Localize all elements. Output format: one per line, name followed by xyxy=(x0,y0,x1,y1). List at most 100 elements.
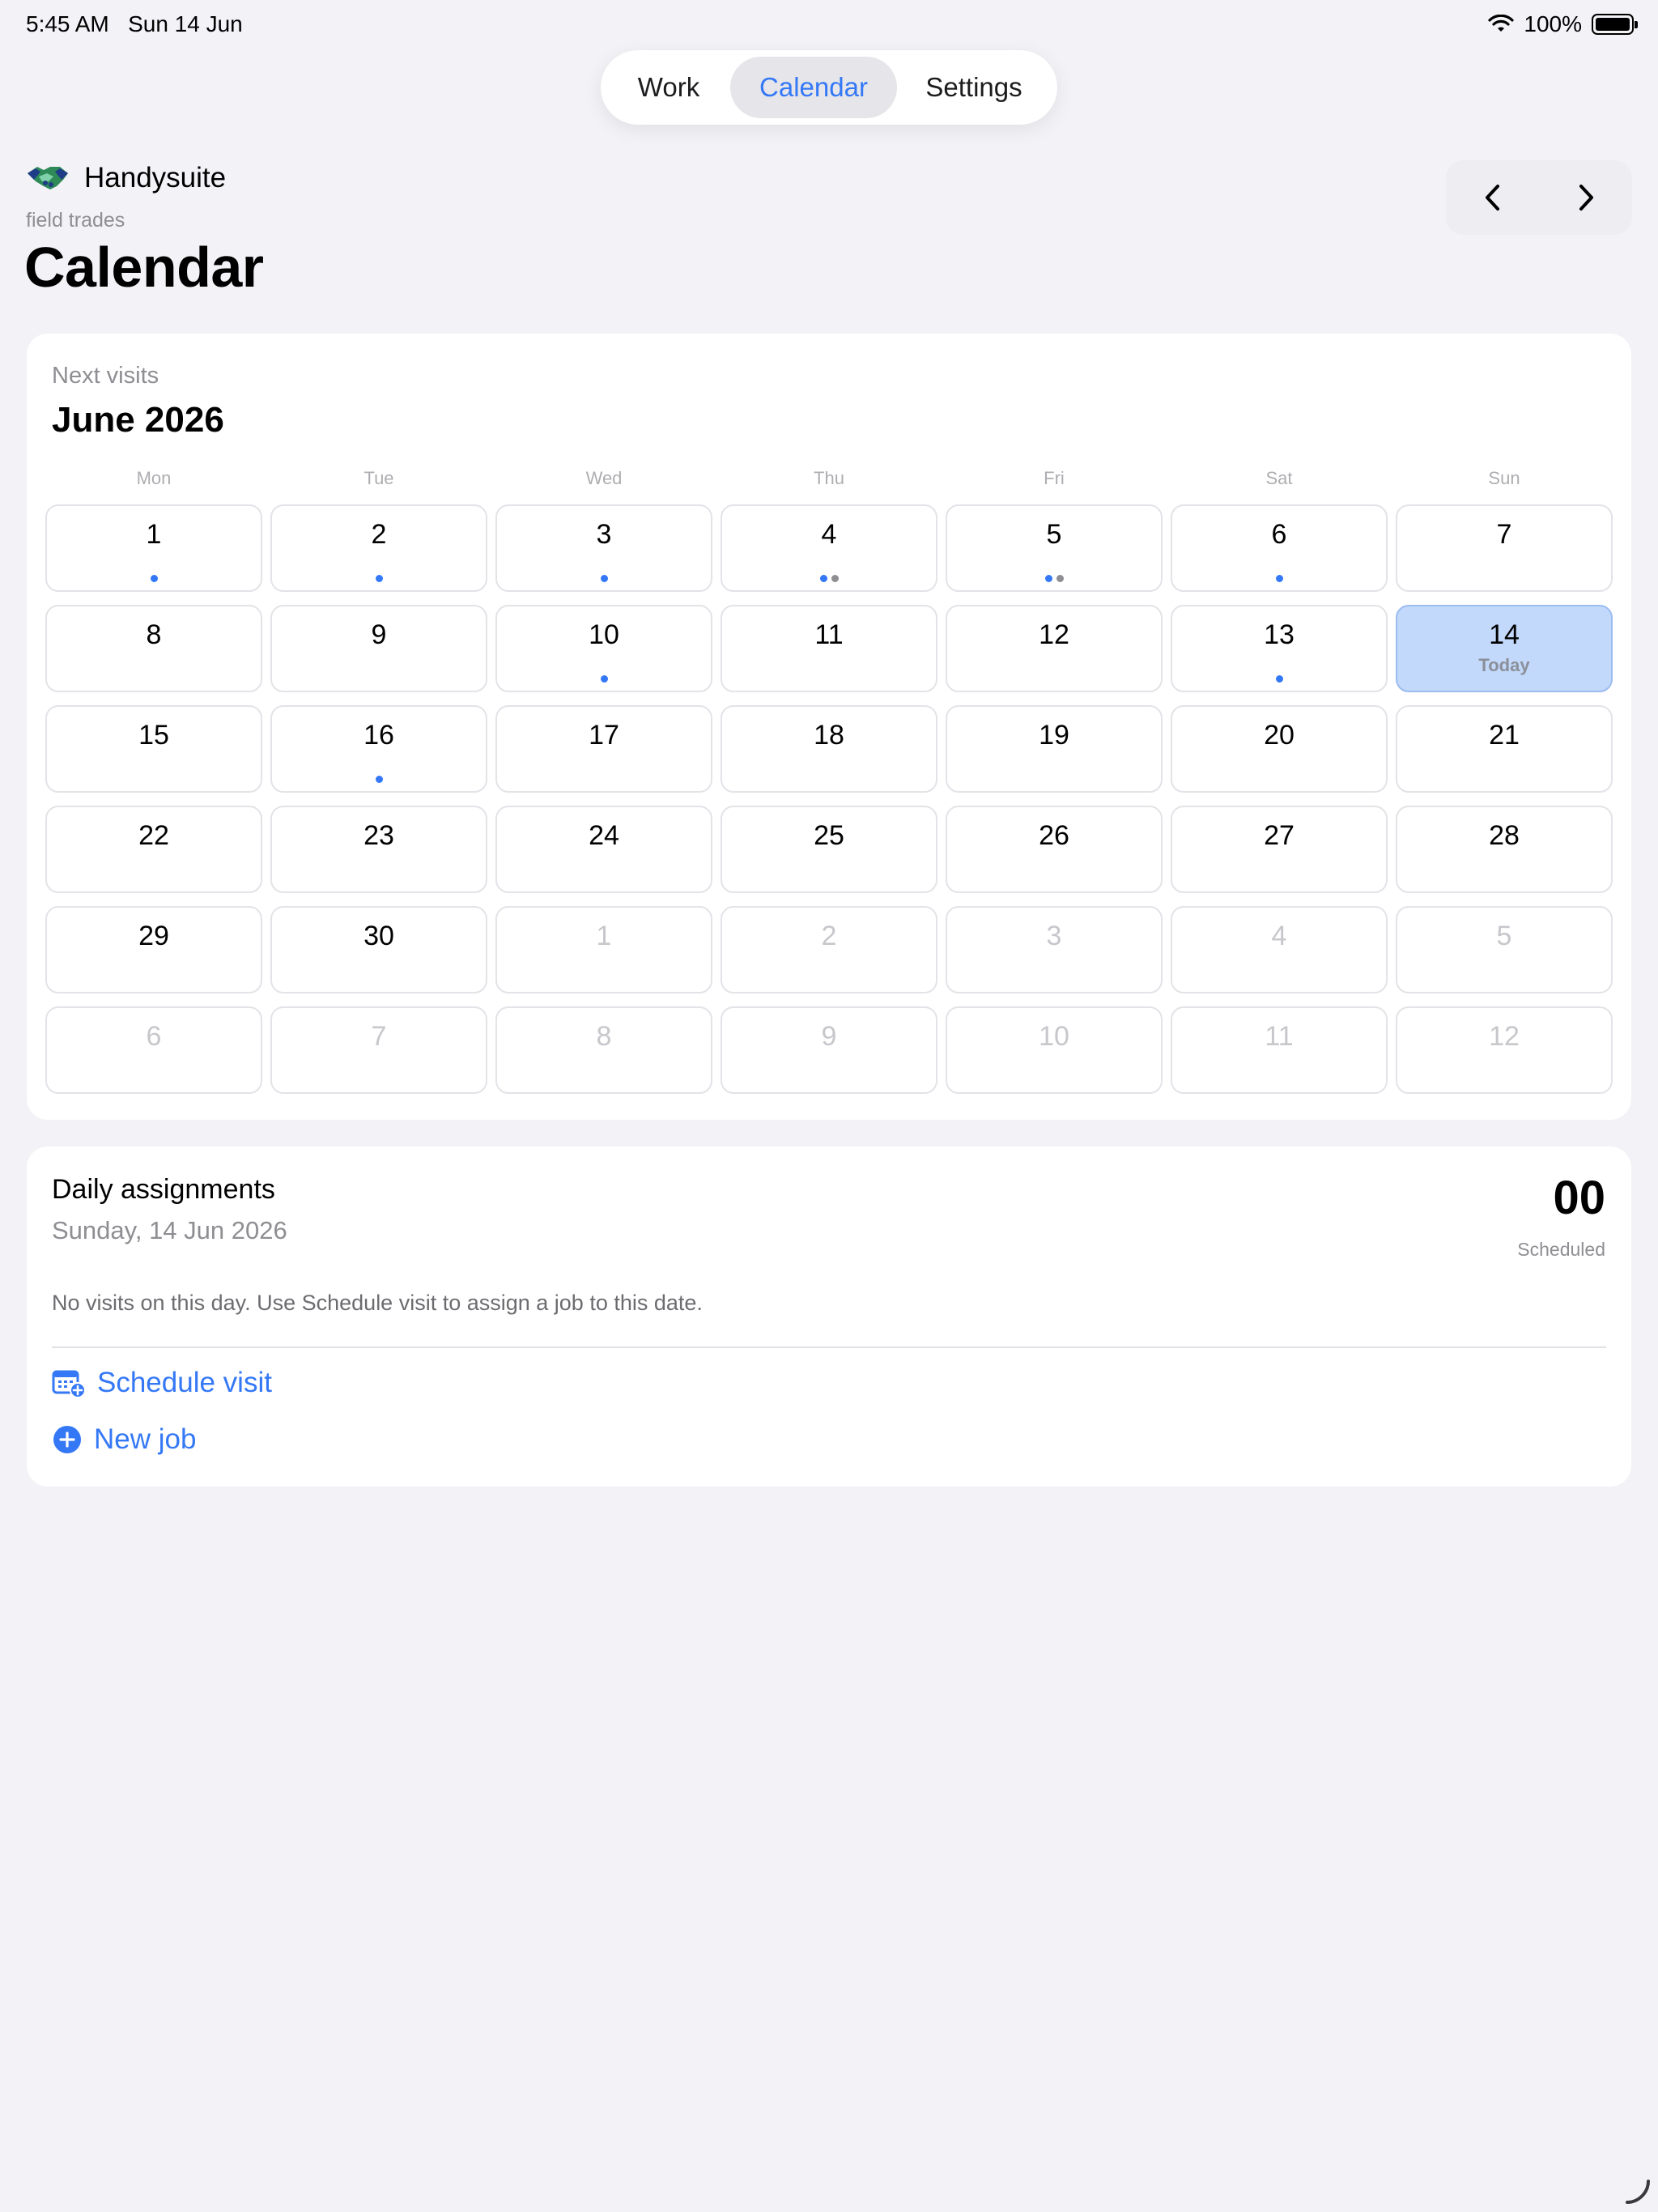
weekday-label: Sun xyxy=(1488,468,1520,488)
calendar-plus-icon xyxy=(52,1370,86,1398)
main-tab-bar: Work Calendar Settings xyxy=(601,50,1057,125)
calendar-day[interactable]: 6 xyxy=(45,1006,262,1094)
assignments-title: Daily assignments xyxy=(52,1174,275,1205)
calendar-day[interactable]: 4 xyxy=(1171,906,1388,993)
tab-work[interactable]: Work xyxy=(607,57,730,118)
calendar-day[interactable]: 7 xyxy=(1396,504,1613,592)
calendar-day[interactable]: 5 xyxy=(1396,906,1613,993)
calendar-day[interactable]: 28 xyxy=(1396,806,1613,893)
calendar-day-today[interactable]: 14 Today xyxy=(1396,605,1613,692)
battery-percent: 100% xyxy=(1524,11,1582,36)
calendar-day[interactable]: 9 xyxy=(721,1006,937,1094)
next-month-button[interactable] xyxy=(1539,160,1632,235)
calendar-day[interactable]: 3 xyxy=(495,504,712,592)
calendar-day[interactable]: 29 xyxy=(45,906,262,993)
day-number: 25 xyxy=(814,820,844,851)
day-number: 29 xyxy=(138,921,169,951)
visit-indicators xyxy=(722,575,936,582)
calendar-day[interactable]: 10 xyxy=(495,605,712,692)
day-number: 12 xyxy=(1489,1021,1520,1052)
visit-dot xyxy=(1275,675,1283,683)
calendar-day[interactable]: 4 xyxy=(721,504,937,592)
weekday-label: Wed xyxy=(585,468,623,488)
calendar-day[interactable]: 1 xyxy=(45,504,262,592)
plus-circle-icon xyxy=(53,1426,81,1453)
day-number: 21 xyxy=(1489,720,1520,751)
calendar-overline: Next visits xyxy=(52,363,159,389)
schedule-visit-label: Schedule visit xyxy=(97,1367,272,1398)
calendar-day[interactable]: 7 xyxy=(270,1006,487,1094)
calendar-day[interactable]: 10 xyxy=(946,1006,1163,1094)
day-number: 22 xyxy=(138,820,169,851)
month-navigation xyxy=(1446,160,1632,235)
calendar-day[interactable]: 2 xyxy=(270,504,487,592)
battery-icon xyxy=(1592,14,1638,35)
tab-settings[interactable]: Settings xyxy=(897,57,1051,118)
calendar-day[interactable]: 19 xyxy=(946,705,1163,793)
calendar-day[interactable]: 13 xyxy=(1171,605,1388,692)
calendar-grid: 1 2 3 4 5 6 7 8 9 10 11 12 13 14 Today 15 16 17 18 19 20 21 22… xyxy=(45,504,1613,1094)
visit-indicators xyxy=(497,675,711,683)
day-number: 11 xyxy=(1265,1021,1294,1052)
brand: Handysuite xyxy=(26,162,226,194)
resize-handle-icon[interactable] xyxy=(1622,2176,1652,2206)
visit-indicators xyxy=(272,575,486,582)
scheduled-count-label: Scheduled xyxy=(1517,1239,1605,1260)
calendar-day[interactable]: 21 xyxy=(1396,705,1613,793)
schedule-visit-button[interactable]: Schedule visit xyxy=(52,1367,272,1399)
new-job-button[interactable]: New job xyxy=(52,1423,196,1456)
status-bar: 5:45 AM Sun 14 Jun 100% xyxy=(0,0,1658,52)
calendar-day[interactable]: 30 xyxy=(270,906,487,993)
handshake-logo-icon xyxy=(28,167,68,189)
calendar-day[interactable]: 9 xyxy=(270,605,487,692)
day-number: 10 xyxy=(1039,1021,1069,1052)
calendar-day[interactable]: 5 xyxy=(946,504,1163,592)
day-number: 17 xyxy=(589,720,619,751)
calendar-day[interactable]: 16 xyxy=(270,705,487,793)
calendar-day[interactable]: 27 xyxy=(1171,806,1388,893)
calendar-day[interactable]: 11 xyxy=(1171,1006,1388,1094)
day-number: 7 xyxy=(1496,519,1512,550)
day-number: 5 xyxy=(1046,519,1062,550)
calendar-day[interactable]: 12 xyxy=(946,605,1163,692)
calendar-day[interactable]: 26 xyxy=(946,806,1163,893)
weekday-label: Mon xyxy=(136,468,172,488)
chevron-left-icon xyxy=(1485,185,1499,211)
brand-name: Handysuite xyxy=(84,162,227,194)
day-number: 26 xyxy=(1039,820,1069,851)
calendar-screen: 5:45 AM Sun 14 Jun 100% Work Calendar Se… xyxy=(0,0,1658,2212)
calendar-day[interactable]: 24 xyxy=(495,806,712,893)
calendar-day[interactable]: 23 xyxy=(270,806,487,893)
visit-indicators xyxy=(1172,675,1386,683)
calendar-card: Next visits June 2026 Mon Tue Wed Thu Fri Sat… xyxy=(27,334,1631,1120)
day-number: 15 xyxy=(138,720,169,751)
calendar-day[interactable]: 8 xyxy=(45,605,262,692)
empty-state-message: No visits on this day. Use Schedule visi… xyxy=(52,1291,703,1315)
day-number: 3 xyxy=(1046,921,1062,951)
calendar-day[interactable]: 3 xyxy=(946,906,1163,993)
calendar-day[interactable]: 17 xyxy=(495,705,712,793)
day-number: 30 xyxy=(363,921,394,951)
calendar-day[interactable]: 11 xyxy=(721,605,937,692)
previous-month-button[interactable] xyxy=(1446,160,1539,235)
calendar-month-label: June 2026 xyxy=(52,400,224,440)
visit-indicators xyxy=(47,575,261,582)
day-number: 10 xyxy=(589,619,619,650)
calendar-day[interactable]: 15 xyxy=(45,705,262,793)
day-number: 7 xyxy=(371,1021,387,1052)
visit-dot xyxy=(600,675,608,683)
calendar-day[interactable]: 2 xyxy=(721,906,937,993)
calendar-day[interactable]: 25 xyxy=(721,806,937,893)
calendar-day[interactable]: 12 xyxy=(1396,1006,1613,1094)
calendar-day[interactable]: 18 xyxy=(721,705,937,793)
status-indicators: 100% xyxy=(1488,11,1638,37)
calendar-day[interactable]: 22 xyxy=(45,806,262,893)
calendar-day[interactable]: 20 xyxy=(1171,705,1388,793)
day-number: 23 xyxy=(363,820,394,851)
calendar-day[interactable]: 8 xyxy=(495,1006,712,1094)
visit-indicators xyxy=(1172,575,1386,582)
day-number: 9 xyxy=(371,619,387,650)
calendar-day[interactable]: 1 xyxy=(495,906,712,993)
tab-calendar[interactable]: Calendar xyxy=(730,57,897,118)
calendar-day[interactable]: 6 xyxy=(1171,504,1388,592)
